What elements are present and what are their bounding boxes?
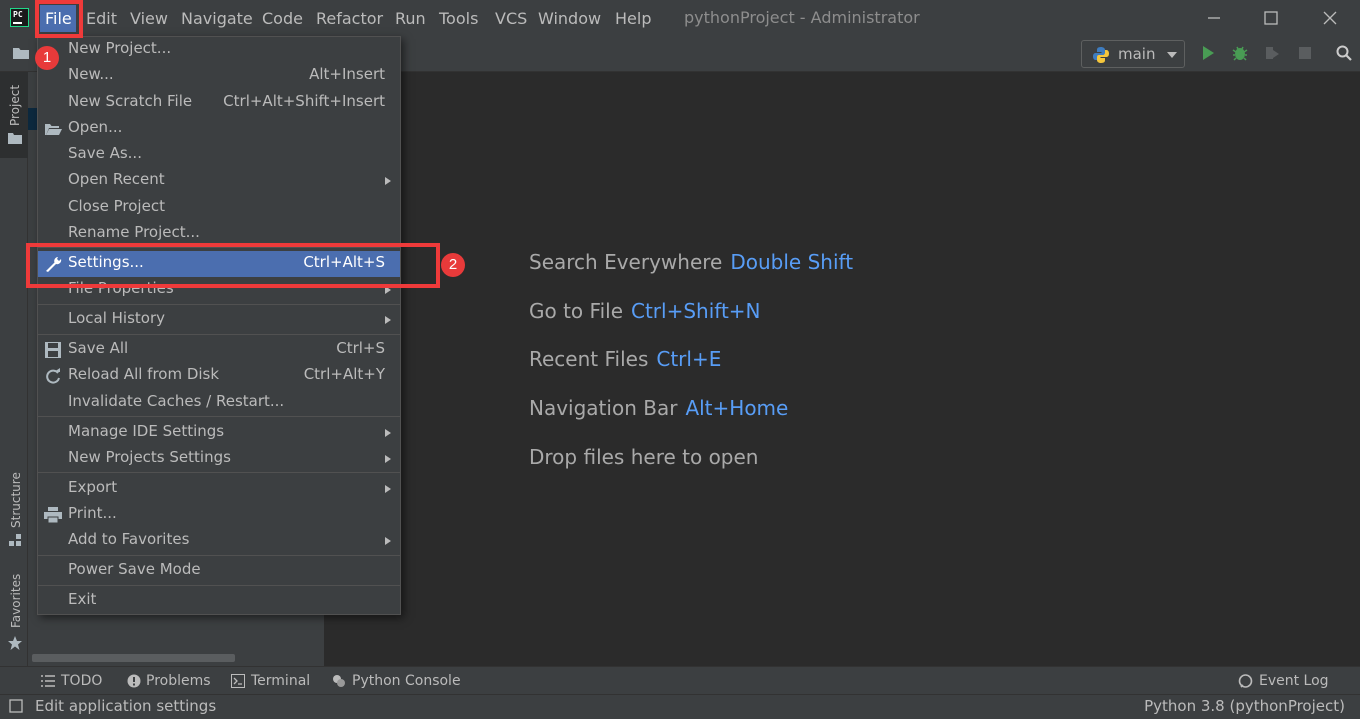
interpreter-status[interactable]: Python 3.8 (pythonProject) xyxy=(1144,697,1345,715)
menu-item-manage-ide-settings[interactable]: Manage IDE Settings xyxy=(38,420,400,446)
menu-code[interactable]: Code xyxy=(262,8,303,30)
submenu-arrow-icon xyxy=(385,455,391,463)
menu-run[interactable]: Run xyxy=(395,8,426,30)
folder-icon[interactable] xyxy=(12,46,30,60)
menu-separator xyxy=(38,416,400,417)
run-config-label: main xyxy=(1118,45,1156,63)
menu-separator xyxy=(38,334,400,335)
menu-window[interactable]: Window xyxy=(538,8,601,30)
menu-item-add-to-favorites[interactable]: Add to Favorites xyxy=(38,528,400,554)
menu-edit[interactable]: Edit xyxy=(86,8,117,30)
menu-item-open[interactable]: Open... xyxy=(38,116,400,142)
submenu-arrow-icon xyxy=(385,316,391,324)
problems-icon xyxy=(127,674,141,688)
star-icon xyxy=(8,636,22,650)
editor-area xyxy=(326,72,1360,666)
toggle-tool-windows-icon[interactable] xyxy=(9,699,23,713)
menu-vcs[interactable]: VCS xyxy=(495,8,527,30)
menu-tools[interactable]: Tools xyxy=(439,8,478,30)
menu-item-open-recent[interactable]: Open Recent xyxy=(38,168,400,194)
favorites-tab-label[interactable]: Favorites xyxy=(9,574,23,628)
structure-icon xyxy=(9,534,21,546)
folder-open-icon xyxy=(45,124,62,135)
menu-separator xyxy=(38,304,400,305)
menu-item-local-history[interactable]: Local History xyxy=(38,307,400,333)
annotation-step-1: 1 xyxy=(35,46,59,70)
print-icon xyxy=(44,507,62,523)
horizontal-scrollbar[interactable] xyxy=(32,654,235,662)
close-icon[interactable] xyxy=(1320,8,1340,28)
menu-item-close-project[interactable]: Close Project xyxy=(38,195,400,221)
event-log-icon xyxy=(1238,674,1253,688)
hint-recent-files: Recent Files Ctrl+E xyxy=(529,347,722,371)
hint-search-everywhere: Search Everywhere Double Shift xyxy=(529,250,854,274)
menu-item-print[interactable]: Print... xyxy=(38,502,400,528)
terminal-tab[interactable]: Terminal xyxy=(251,673,310,689)
menu-navigate[interactable]: Navigate xyxy=(181,8,253,30)
terminal-icon xyxy=(231,674,245,688)
todo-tab[interactable]: TODO xyxy=(61,673,102,689)
run-configuration-select[interactable]: main xyxy=(1081,40,1185,68)
chevron-down-icon xyxy=(1167,52,1177,58)
problems-tab[interactable]: Problems xyxy=(146,673,211,689)
debug-icon[interactable] xyxy=(1231,44,1249,62)
search-icon[interactable] xyxy=(1335,44,1353,62)
menu-item-new-projects-settings[interactable]: New Projects Settings xyxy=(38,446,400,472)
menu-item-new[interactable]: New... Alt+Insert xyxy=(38,63,400,89)
submenu-arrow-icon xyxy=(385,429,391,437)
menu-item-export[interactable]: Export xyxy=(38,476,400,502)
structure-tab-label[interactable]: Structure xyxy=(9,472,23,528)
coverage-icon[interactable] xyxy=(1263,44,1281,62)
run-icon[interactable] xyxy=(1199,44,1217,62)
submenu-arrow-icon xyxy=(385,485,391,493)
pycharm-logo-icon: PC xyxy=(10,8,29,27)
menu-item-save-all[interactable]: Save All Ctrl+S xyxy=(38,337,400,363)
annotation-box-settings xyxy=(26,243,440,288)
python-icon xyxy=(1093,47,1109,63)
project-tab-label: Project xyxy=(8,84,22,126)
menu-item-save-as[interactable]: Save As... xyxy=(38,142,400,168)
event-log-tab[interactable]: Event Log xyxy=(1259,673,1329,689)
window-title: pythonProject - Administrator xyxy=(684,8,920,27)
reload-icon xyxy=(46,368,60,384)
menu-help[interactable]: Help xyxy=(615,8,651,30)
stop-icon[interactable] xyxy=(1296,44,1314,62)
menu-item-invalidate-caches[interactable]: Invalidate Caches / Restart... xyxy=(38,390,400,416)
python-console-tab[interactable]: Python Console xyxy=(352,673,461,689)
menu-item-power-save-mode[interactable]: Power Save Mode xyxy=(38,558,400,584)
todo-icon xyxy=(41,675,55,687)
hint-go-to-file: Go to File Ctrl+Shift+N xyxy=(529,299,761,323)
maximize-icon[interactable] xyxy=(1261,8,1281,28)
hint-drop-files: Drop files here to open xyxy=(529,445,759,469)
menu-item-new-project[interactable]: New Project... xyxy=(38,37,400,63)
menu-refactor[interactable]: Refactor xyxy=(316,8,383,30)
menu-item-reload-all[interactable]: Reload All from Disk Ctrl+Alt+Y xyxy=(38,363,400,389)
hint-navigation-bar: Navigation Bar Alt+Home xyxy=(529,396,789,420)
minimize-icon[interactable] xyxy=(1204,8,1224,28)
folder-icon xyxy=(8,133,22,144)
save-icon xyxy=(45,342,61,358)
menu-separator xyxy=(38,585,400,586)
menu-view[interactable]: View xyxy=(130,8,168,30)
status-message: Edit application settings xyxy=(35,697,217,715)
annotation-step-2: 2 xyxy=(441,253,465,277)
submenu-arrow-icon xyxy=(385,537,391,545)
file-menu-dropdown: New Project... New... Alt+Insert New Scra… xyxy=(37,36,401,615)
menu-item-exit[interactable]: Exit xyxy=(38,588,400,614)
python-console-icon xyxy=(333,675,345,687)
annotation-box-file-menu xyxy=(35,0,83,38)
menu-separator xyxy=(38,472,400,473)
menu-item-new-scratch-file[interactable]: New Scratch File Ctrl+Alt+Shift+Insert xyxy=(38,90,400,116)
submenu-arrow-icon xyxy=(385,177,391,185)
menu-separator xyxy=(38,555,400,556)
